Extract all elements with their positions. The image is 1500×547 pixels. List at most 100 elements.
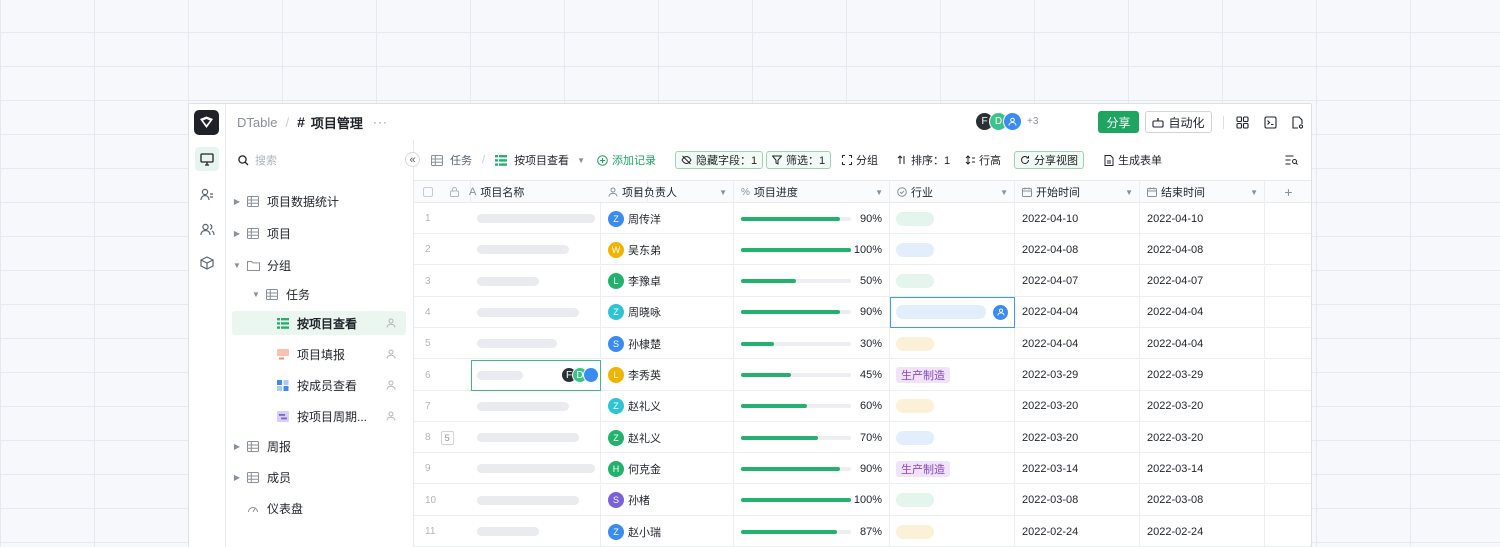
app-logo[interactable] <box>194 110 219 135</box>
table-row[interactable]: 6 F D L 李秀英 45% 生产制造 2022-03-29 2022-03-29 <box>414 359 1311 391</box>
record-count-badge[interactable]: 5 <box>440 430 454 445</box>
chevron-down-icon[interactable]: ▼ <box>875 188 883 197</box>
share-button[interactable]: 分享 <box>1098 111 1139 133</box>
industry-cell[interactable] <box>890 234 1015 266</box>
table-row[interactable]: 10 S 孙楮 100% 2022-03-08 2022-03-08 <box>414 484 1311 516</box>
view-name[interactable]: 按项目查看 <box>514 152 569 168</box>
cube-icon[interactable] <box>195 251 219 275</box>
sidebar-item-view-by-member[interactable]: 按成员查看 <box>232 373 406 397</box>
page-title[interactable]: 项目管理 <box>311 113 363 132</box>
end-date-cell[interactable]: 2022-03-20 <box>1140 390 1265 422</box>
collapse-sidebar-button[interactable]: « <box>405 152 420 167</box>
field-settings-icon[interactable] <box>1285 151 1298 169</box>
start-date-cell[interactable]: 2022-04-04 <box>1015 296 1140 328</box>
owner-cell[interactable]: Z 周晓咏 <box>601 296 734 328</box>
chevron-down-icon[interactable]: ▼ <box>1000 188 1008 197</box>
table-row[interactable]: 5 S 孙棣楚 30% 2022-04-04 2022-04-04 <box>414 328 1311 360</box>
monitor-icon[interactable] <box>195 147 219 171</box>
progress-cell[interactable]: 100% <box>734 484 890 516</box>
column-header-end[interactable]: 结束时间 ▼ <box>1140 181 1265 203</box>
start-date-cell[interactable]: 2022-04-07 <box>1015 265 1140 297</box>
share-view-button[interactable]: 分享视图 <box>1014 151 1084 169</box>
caret-down-icon[interactable]: ▼ <box>251 290 261 299</box>
industry-cell[interactable] <box>890 516 1015 547</box>
caret-right-icon[interactable]: ▶ <box>232 442 242 451</box>
apps-icon[interactable] <box>1234 114 1250 130</box>
project-name-cell[interactable] <box>471 265 601 297</box>
table-row[interactable]: 8 5 Z 赵礼义 70% 2022-03-20 2022-03-20 <box>414 422 1311 454</box>
industry-cell[interactable] <box>890 265 1015 297</box>
project-name-cell[interactable] <box>471 422 601 454</box>
project-name-cell[interactable] <box>471 328 601 360</box>
progress-cell[interactable]: 90% <box>734 296 890 328</box>
owner-cell[interactable]: Z 周传洋 <box>601 203 734 234</box>
users-icon[interactable] <box>195 217 219 241</box>
owner-cell[interactable]: S 孙楮 <box>601 484 734 516</box>
chevron-down-icon[interactable]: ▼ <box>577 156 585 165</box>
sidebar-item-dashboard[interactable]: 仪表盘 <box>232 496 406 520</box>
caret-down-icon[interactable]: ▼ <box>232 261 242 270</box>
project-name-cell[interactable]: FD <box>471 359 601 391</box>
end-date-cell[interactable]: 2022-03-08 <box>1140 484 1265 516</box>
sidebar-item-project-report[interactable]: 项目填报 <box>232 342 406 366</box>
sidebar-item-view-by-period[interactable]: 按项目周期... <box>232 404 406 428</box>
sidebar-item-weekly[interactable]: ▶ 周报 <box>232 434 406 458</box>
search-input[interactable]: 搜索 <box>238 152 277 168</box>
script-icon[interactable] <box>1262 114 1278 130</box>
add-column-button[interactable]: + <box>1265 181 1311 203</box>
industry-cell[interactable] <box>890 484 1015 516</box>
industry-cell[interactable] <box>890 422 1015 454</box>
group-button[interactable]: 分组 <box>842 151 878 169</box>
table-row[interactable]: 1 Z 周传洋 90% 2022-04-10 2022-04-10 <box>414 203 1311 234</box>
project-name-cell[interactable] <box>471 296 601 328</box>
owner-cell[interactable]: S 孙棣楚 <box>601 328 734 360</box>
table-row[interactable]: 9 H 何克金 90% 生产制造 2022-03-14 2022-03-14 <box>414 453 1311 485</box>
progress-cell[interactable]: 30% <box>734 328 890 360</box>
start-date-cell[interactable]: 2022-04-10 <box>1015 203 1140 234</box>
filter-button[interactable]: 筛选：1 <box>766 151 832 169</box>
owner-cell[interactable]: Z 赵礼义 <box>601 422 734 454</box>
column-header-industry[interactable]: 行业 ▼ <box>890 181 1015 203</box>
project-name-cell[interactable] <box>471 390 601 422</box>
progress-cell[interactable]: 70% <box>734 422 890 454</box>
owner-cell[interactable]: Z 赵礼义 <box>601 390 734 422</box>
owner-cell[interactable]: L 李豫卓 <box>601 265 734 297</box>
industry-cell[interactable]: 生产制造 <box>890 453 1015 485</box>
collaborator-avatars[interactable]: F D +3 <box>975 112 1038 131</box>
industry-cell[interactable] <box>890 296 1015 328</box>
end-date-cell[interactable]: 2022-03-14 <box>1140 453 1265 485</box>
chevron-down-icon[interactable]: ▼ <box>1250 188 1258 197</box>
table-row[interactable]: 2 W 吴东弟 100% 2022-04-08 2022-04-08 <box>414 234 1311 266</box>
industry-cell[interactable] <box>890 328 1015 360</box>
start-date-cell[interactable]: 2022-04-08 <box>1015 234 1140 266</box>
column-header-owner[interactable]: 项目负责人 ▼ <box>601 181 734 203</box>
doc-settings-icon[interactable] <box>1289 114 1305 130</box>
chevron-down-icon[interactable]: ▼ <box>719 188 727 197</box>
row-height-button[interactable]: 行高 <box>965 151 1001 169</box>
add-record-button[interactable]: 添加记录 <box>597 151 656 169</box>
start-date-cell[interactable]: 2022-03-20 <box>1015 422 1140 454</box>
project-name-cell[interactable] <box>471 516 601 547</box>
sidebar-item-members[interactable]: ▶ 成员 <box>232 465 406 489</box>
project-name-cell[interactable] <box>471 203 601 234</box>
sidebar-item-project[interactable]: ▶ 项目 <box>232 221 406 245</box>
table-row[interactable]: 7 Z 赵礼义 60% 2022-03-20 2022-03-20 <box>414 390 1311 422</box>
end-date-cell[interactable]: 2022-04-04 <box>1140 328 1265 360</box>
end-date-cell[interactable]: 2022-04-07 <box>1140 265 1265 297</box>
industry-cell[interactable]: 生产制造 <box>890 359 1015 391</box>
column-header-start[interactable]: 开始时间 ▼ <box>1015 181 1140 203</box>
sidebar-item-task[interactable]: ▼ 任务 <box>251 282 406 306</box>
user-list-icon[interactable] <box>195 182 219 206</box>
progress-cell[interactable]: 87% <box>734 516 890 547</box>
start-date-cell[interactable]: 2022-03-14 <box>1015 453 1140 485</box>
progress-cell[interactable]: 100% <box>734 234 890 266</box>
end-date-cell[interactable]: 2022-04-10 <box>1140 203 1265 234</box>
owner-cell[interactable]: L 李秀英 <box>601 359 734 391</box>
table-row[interactable]: 3 L 李豫卓 50% 2022-04-07 2022-04-07 <box>414 265 1311 297</box>
progress-cell[interactable]: 90% <box>734 203 890 234</box>
start-date-cell[interactable]: 2022-02-24 <box>1015 516 1140 547</box>
end-date-cell[interactable]: 2022-04-04 <box>1140 296 1265 328</box>
end-date-cell[interactable]: 2022-04-08 <box>1140 234 1265 266</box>
table-tab[interactable]: 任务 / 按项目查看 ▼ <box>431 151 585 169</box>
generate-form-button[interactable]: 生成表单 <box>1104 151 1162 169</box>
